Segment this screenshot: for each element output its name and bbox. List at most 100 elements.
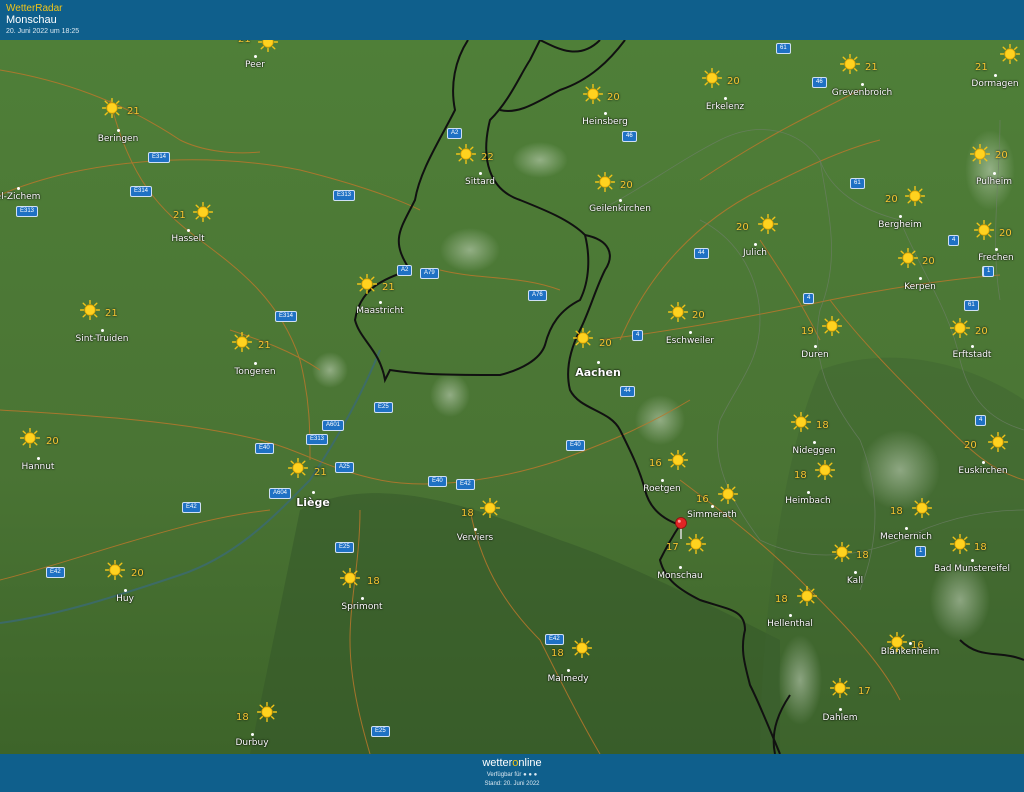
city-name: Sint-Truiden (75, 334, 129, 344)
city-dot (567, 669, 570, 672)
city-dot (124, 589, 127, 592)
temperature-label: 21 (238, 40, 251, 45)
sun-icon (701, 67, 723, 89)
city-dot (861, 83, 864, 86)
sun-icon (904, 185, 926, 207)
city-dot (905, 527, 908, 530)
city-dot (37, 457, 40, 460)
brand-logo[interactable]: wetteronline (0, 757, 1024, 769)
city-dot (117, 129, 120, 132)
city-name: Malmedy (547, 674, 589, 684)
sun-icon (831, 541, 853, 563)
temperature-label: 20 (46, 436, 59, 447)
sun-icon (287, 457, 309, 479)
temperature-label: 20 (727, 76, 740, 87)
temperature-label: 16 (696, 494, 709, 505)
city-dot (604, 112, 607, 115)
city-name: Julich (742, 248, 768, 258)
temperature-label: 19 (801, 326, 814, 337)
temperature-label: 18 (775, 594, 788, 605)
city-name: Peer (245, 60, 265, 70)
road-shield: E25 (335, 542, 354, 553)
city-name: Erftstadt (952, 350, 992, 360)
city-dot (251, 733, 254, 736)
sun-icon (757, 213, 779, 235)
city-dot (971, 345, 974, 348)
city-dot (101, 329, 104, 332)
temperature-label: 18 (794, 470, 807, 481)
city-name: Beringen (97, 134, 139, 144)
city-name: Huy (116, 594, 134, 604)
city-dot (361, 597, 364, 600)
sun-icon (667, 449, 689, 471)
temperature-label: 20 (922, 256, 935, 267)
city-name: Heimbach (785, 496, 831, 506)
sun-icon (911, 497, 933, 519)
sun-icon (949, 533, 971, 555)
city-name: Kall (846, 576, 864, 586)
sun-icon (455, 143, 477, 165)
sun-icon (231, 331, 253, 353)
city-dot (17, 187, 20, 190)
temperature-label: 16 (911, 640, 924, 651)
city-name: Sprimont (341, 602, 383, 612)
weather-map[interactable]: 61 46 46 A2 A2 A79 A76 E314 E314 E313 E313 E314 44 4 4… (0, 40, 1024, 754)
temperature-label: 20 (736, 222, 749, 233)
road-shield: 4 (632, 330, 644, 341)
city-name: Dahlem (822, 713, 858, 723)
sun-icon (829, 677, 851, 699)
sun-icon (104, 559, 126, 581)
city-name: Verviers (456, 533, 494, 543)
city-name: Dormagen (971, 79, 1019, 89)
city-name: Duren (801, 350, 829, 360)
road-shield: E40 (566, 440, 585, 451)
timestamp: 20. Juni 2022 um 18:25 (6, 28, 80, 35)
city-name: Monschau (657, 571, 703, 581)
temperature-label: 21 (127, 106, 140, 117)
city-dot (899, 215, 902, 218)
temperature-label: 21 (173, 210, 186, 221)
city-name: Grevenbroich (831, 88, 893, 98)
city-name: Bergheim (878, 220, 922, 230)
sun-icon (571, 637, 593, 659)
sun-icon (821, 315, 843, 337)
road-shield: E313 (333, 190, 356, 201)
city-dot (689, 331, 692, 334)
road-shield: 1 (983, 266, 995, 277)
temperature-label: 18 (816, 420, 829, 431)
sun-icon (969, 143, 991, 165)
road-shield: 46 (622, 131, 637, 142)
temperature-label: 21 (382, 282, 395, 293)
city-dot (711, 505, 714, 508)
city-dot (474, 528, 477, 531)
city-name: Liège (296, 496, 330, 509)
road-shield: A2 (447, 128, 463, 139)
city-dot (919, 277, 922, 280)
temperature-label: 20 (995, 150, 1008, 161)
sun-icon (949, 317, 971, 339)
app-header: WetterRadar Monschau 20. Juni 2022 um 18… (0, 0, 1024, 41)
sun-icon (839, 53, 861, 75)
city-name: Maastricht (356, 306, 404, 316)
city-dot (854, 571, 857, 574)
road-shield: 44 (620, 386, 635, 397)
sun-icon (19, 427, 41, 449)
road-shield: E313 (16, 206, 39, 217)
city-name: Mechernich (880, 532, 932, 542)
road-shield: 4 (975, 415, 987, 426)
app-footer: wetteronline Verfügbar für ● ● ● Stand: … (0, 754, 1024, 792)
road-shield: E313 (306, 434, 329, 445)
temperature-label: 20 (599, 338, 612, 349)
city-name: Tongeren (234, 367, 276, 377)
temperature-label: 20 (131, 568, 144, 579)
map-pin-icon[interactable] (674, 517, 688, 539)
city-dot (789, 614, 792, 617)
sun-icon (79, 299, 101, 321)
stand-text: Stand: 20. Juni 2022 (484, 781, 540, 787)
city-name: el-Zichem (0, 192, 41, 202)
city-name: Aachen (575, 366, 621, 379)
sun-icon (356, 273, 378, 295)
road-shield: 46 (812, 77, 827, 88)
city-dot (479, 172, 482, 175)
city-name: Nideggen (792, 446, 836, 456)
